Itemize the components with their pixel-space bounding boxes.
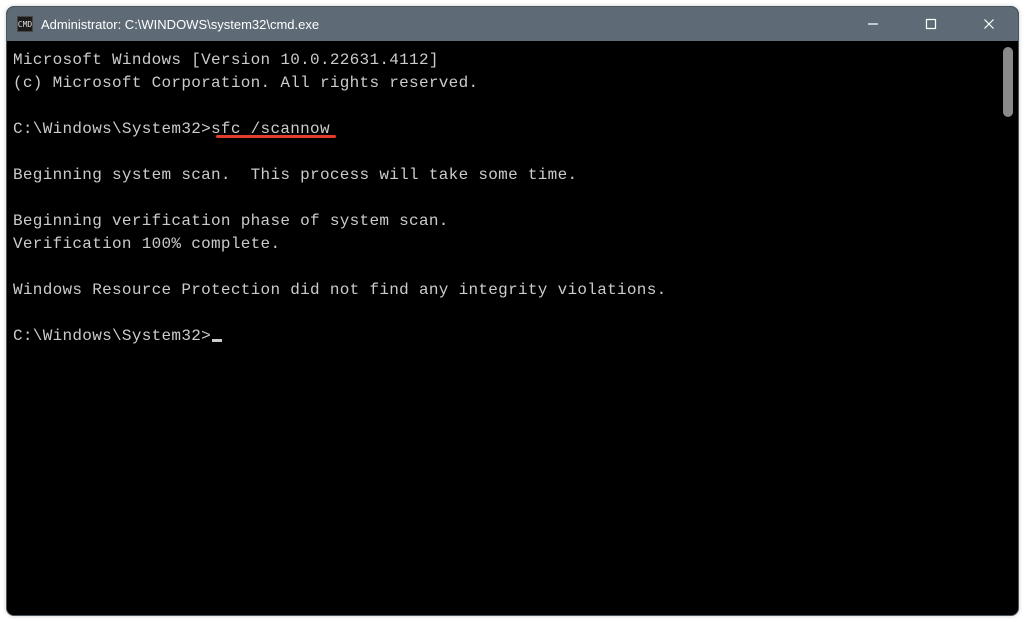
scrollbar-thumb[interactable] xyxy=(1003,47,1013,117)
console-line: Verification 100% complete. xyxy=(13,235,280,253)
titlebar[interactable]: CMD Administrator: C:\WINDOWS\system32\c… xyxy=(7,7,1018,41)
maximize-icon xyxy=(925,18,937,30)
close-icon xyxy=(983,18,995,30)
console-line: Beginning verification phase of system s… xyxy=(13,212,449,230)
console-line: (c) Microsoft Corporation. All rights re… xyxy=(13,74,478,92)
maximize-button[interactable] xyxy=(902,7,960,41)
minimize-icon xyxy=(867,18,879,30)
scrollbar-track[interactable] xyxy=(1001,47,1015,607)
minimize-button[interactable] xyxy=(844,7,902,41)
console-output: Microsoft Windows [Version 10.0.22631.41… xyxy=(13,49,1012,348)
console-line: Beginning system scan. This process will… xyxy=(13,166,577,184)
console-client-area[interactable]: Microsoft Windows [Version 10.0.22631.41… xyxy=(7,41,1018,615)
console-prompt: C:\Windows\System32> xyxy=(13,120,211,138)
console-line: Microsoft Windows [Version 10.0.22631.41… xyxy=(13,51,439,69)
cmd-window: CMD Administrator: C:\WINDOWS\system32\c… xyxy=(6,6,1019,616)
close-button[interactable] xyxy=(960,7,1018,41)
console-prompt: C:\Windows\System32> xyxy=(13,327,211,345)
console-line: Windows Resource Protection did not find… xyxy=(13,281,667,299)
cmd-icon: CMD xyxy=(17,16,33,32)
cursor-icon xyxy=(212,339,222,342)
cmd-icon-label: CMD xyxy=(18,20,32,29)
window-title: Administrator: C:\WINDOWS\system32\cmd.e… xyxy=(41,17,319,32)
annotation-underline xyxy=(216,135,336,138)
